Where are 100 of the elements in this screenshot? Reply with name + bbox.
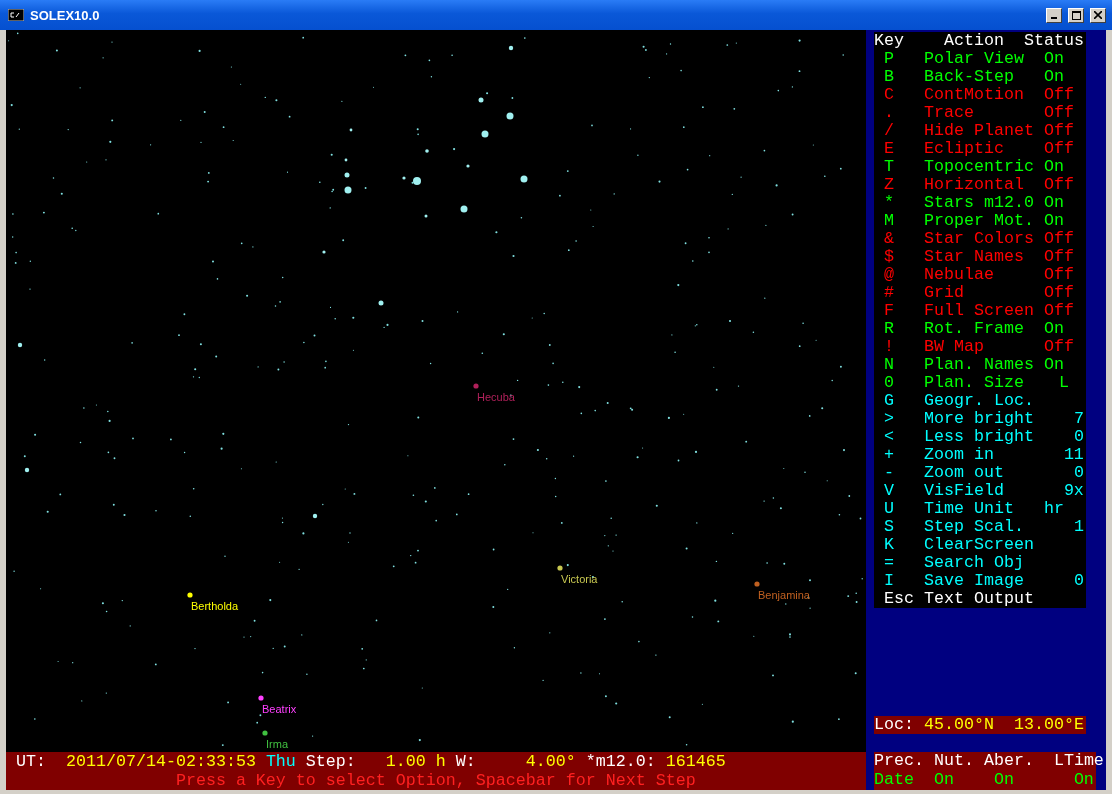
menu-action[interactable]: Rot. Frame <box>923 320 1044 338</box>
menu-status: Off <box>1043 338 1075 356</box>
menu-action[interactable]: BW Map <box>923 338 1044 356</box>
status-value: 1.00 h <box>385 753 446 771</box>
correction-label: Aber. <box>983 752 1035 771</box>
minimize-button[interactable] <box>1046 7 1062 23</box>
menu-status: On <box>1043 212 1065 230</box>
menu-status: 1 <box>1072 518 1084 536</box>
menu-action[interactable]: Back-Step <box>923 68 1044 86</box>
window-title: SOLEX10.0 <box>30 7 101 23</box>
menu-status: On <box>1043 356 1065 374</box>
menu-key: + <box>874 446 924 464</box>
menu-key: U <box>874 500 924 518</box>
menu-action[interactable]: ClearScreen <box>923 536 1044 554</box>
correction-value: On <box>1072 771 1095 790</box>
menu-status: Off <box>1043 230 1075 248</box>
menu-key: < <box>874 428 924 446</box>
prompt-text: Press a Key to select Option, Spacebar for Next Step <box>175 772 696 790</box>
correction-label: LTime <box>1053 752 1104 771</box>
menu-key: S <box>874 518 924 536</box>
menu-status: Off <box>1043 104 1075 122</box>
close-button[interactable] <box>1090 7 1106 23</box>
planet-label: Victoria <box>561 573 598 585</box>
menu-action[interactable]: Less bright <box>923 428 1044 446</box>
menu-status: Off <box>1043 248 1075 266</box>
menu-key: ! <box>874 338 924 356</box>
menu-action[interactable]: Full Screen <box>923 302 1044 320</box>
menu-action[interactable]: Polar View <box>923 50 1044 68</box>
menu-action[interactable]: Nebulae <box>923 266 1044 284</box>
menu-key: T <box>874 158 924 176</box>
menu-action[interactable]: Ecliptic <box>923 140 1044 158</box>
menu-key: G <box>874 392 924 410</box>
menu-action[interactable]: Stars m12.0 <box>923 194 1044 212</box>
menu-key: E <box>874 140 924 158</box>
menu-key: F <box>874 302 924 320</box>
menu-status: Off <box>1043 302 1075 320</box>
maximize-icon <box>1071 10 1081 20</box>
menu-key: / <box>874 122 924 140</box>
menu-action[interactable]: Horizontal <box>923 176 1044 194</box>
menu-action[interactable]: Text Output <box>923 590 1044 608</box>
menu-action[interactable]: Plan. Names <box>923 356 1044 374</box>
menu-status: On <box>1043 194 1065 212</box>
menu-action[interactable]: Zoom out <box>923 464 1044 482</box>
maximize-button[interactable] <box>1068 7 1084 23</box>
menu-action[interactable]: Star Colors <box>923 230 1044 248</box>
menu-action[interactable]: Geogr. Loc. <box>923 392 1044 410</box>
menu-key: & <box>874 230 924 248</box>
menu-action[interactable]: Plan. Size <box>923 374 1044 392</box>
menu-key: K <box>874 536 924 554</box>
status-value: 2011/07/14-02:33:53 <box>65 753 256 771</box>
planet-label: Benjamina <box>758 589 810 601</box>
menu-key: M <box>874 212 924 230</box>
correction-label: Prec. <box>874 752 925 771</box>
menu-key: R <box>874 320 924 338</box>
menu-action[interactable]: Zoom in <box>923 446 1044 464</box>
status-label: Step: <box>305 753 356 771</box>
correction-value: On <box>992 771 1015 790</box>
menu-key: . <box>874 104 924 122</box>
menu-action[interactable]: Time Unit <box>923 500 1044 518</box>
menu-key: @ <box>874 266 924 284</box>
menu-key: P <box>874 50 924 68</box>
menu-status: Off <box>1043 86 1075 104</box>
location-label: Loc: <box>874 716 914 734</box>
menu-action[interactable]: More bright <box>923 410 1044 428</box>
menu-status: On <box>1043 320 1065 338</box>
menu-status: 0 <box>1072 464 1084 482</box>
menu-action[interactable]: Grid <box>923 284 1044 302</box>
console-icon <box>8 9 24 21</box>
menu-key: 0 <box>874 374 924 392</box>
menu-status: Off <box>1043 122 1075 140</box>
planet-label: Bertholda <box>191 600 239 612</box>
menu-key: V <box>874 482 924 500</box>
menu-action[interactable]: Proper Mot. <box>923 212 1044 230</box>
menu-action[interactable]: Hide Planet <box>923 122 1044 140</box>
menu-action[interactable]: Save Image <box>923 572 1044 590</box>
menu-key: I <box>874 572 924 590</box>
menu-status: 0 <box>1072 428 1084 446</box>
menu-key: > <box>874 410 924 428</box>
status-value: 161465 <box>665 753 726 771</box>
menu-action[interactable]: VisField <box>923 482 1044 500</box>
weekday-text: Thu <box>265 753 296 771</box>
menu-action[interactable]: Trace <box>923 104 1044 122</box>
menu-key: Z <box>874 176 924 194</box>
menu-action[interactable]: Topocentric <box>923 158 1044 176</box>
menu-key: = <box>874 554 924 572</box>
menu-key: B <box>874 68 924 86</box>
menu-status: 9x <box>1063 482 1084 500</box>
correction-value: On <box>933 771 955 790</box>
status-label: UT: <box>16 753 46 771</box>
status-label: *m12.0: <box>585 753 656 771</box>
column-header: Key <box>874 32 905 50</box>
menu-action[interactable]: Search Obj <box>923 554 1044 572</box>
menu-action[interactable]: Step Scal. <box>923 518 1044 536</box>
menu-status: Off <box>1043 176 1075 194</box>
correction-label: Nut. <box>933 752 975 771</box>
menu-action[interactable]: Star Names <box>923 248 1044 266</box>
menu-action[interactable]: ContMotion <box>923 86 1044 104</box>
menu-key: N <box>874 356 924 374</box>
menu-status: Off <box>1043 140 1075 158</box>
column-header: Status <box>1023 32 1084 50</box>
